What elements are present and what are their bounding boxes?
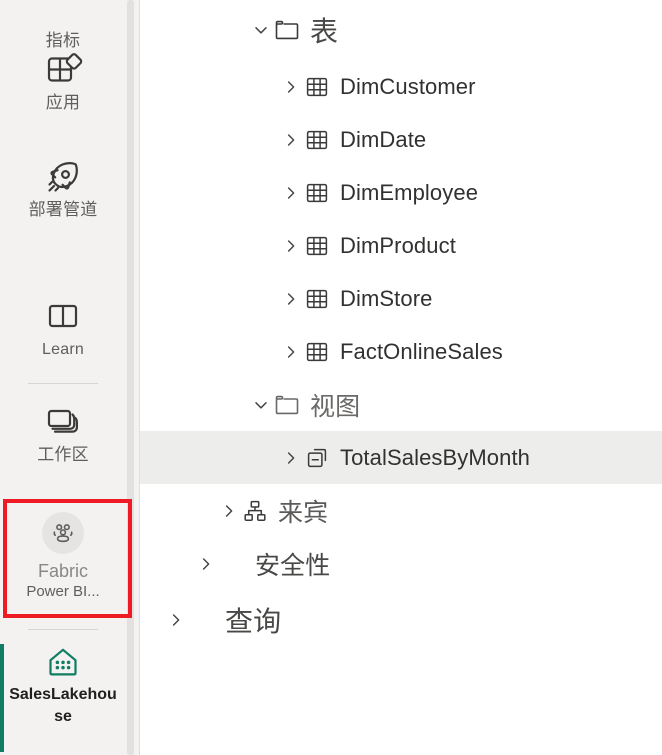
rail-item-deployment-pipelines-label: 部署管道: [28, 200, 98, 219]
tree-node-views[interactable]: 视图: [140, 378, 662, 431]
tree-node-dimstore[interactable]: DimStore: [140, 272, 662, 325]
left-nav-rail: 指标 应用 部署管道 Learn 工作区 Fabric Power BI... …: [0, 0, 140, 755]
rail-divider-learn: [28, 383, 98, 384]
layers-icon: [0, 400, 126, 444]
rail-item-workspaces-label: 工作区: [37, 445, 89, 464]
chevron-down-icon[interactable]: [250, 396, 272, 414]
hierarchy-icon: [240, 498, 270, 524]
lakehouse-icon: [0, 640, 126, 684]
table-icon: [302, 286, 332, 312]
tree-node-views-label: 视图: [310, 392, 361, 421]
chevron-right-icon[interactable]: [195, 555, 217, 573]
chevron-right-icon[interactable]: [280, 290, 302, 308]
rail-item-learn-label: Learn: [42, 341, 84, 358]
chevron-right-icon[interactable]: [280, 78, 302, 96]
tree-node-factonlinesales[interactable]: FactOnlineSales: [140, 325, 662, 378]
rail-scrollbar[interactable]: [127, 0, 134, 755]
chevron-right-icon[interactable]: [218, 502, 240, 520]
rail-item-apps[interactable]: 应用: [0, 48, 126, 113]
tree-node-queries[interactable]: 查询: [140, 590, 662, 650]
tree-node-security-label: 安全性: [255, 551, 331, 580]
tree-node-dimstore-label: DimStore: [340, 285, 433, 311]
chevron-right-icon[interactable]: [280, 449, 302, 467]
tree-node-dimproduct-label: DimProduct: [340, 232, 456, 258]
chevron-right-icon[interactable]: [280, 184, 302, 202]
table-icon: [302, 74, 332, 100]
table-icon: [302, 339, 332, 365]
table-icon: [302, 233, 332, 259]
tree-node-dimcustomer[interactable]: DimCustomer: [140, 60, 662, 113]
tree-node-factonlinesales-label: FactOnlineSales: [340, 338, 503, 364]
fabric-title: Fabric: [37, 561, 88, 581]
rocket-icon: [0, 155, 126, 199]
tree-node-dimdate-label: DimDate: [340, 126, 427, 152]
folder-icon: [272, 391, 302, 419]
folder-icon: [272, 16, 302, 44]
rail-item-metrics[interactable]: 指标: [0, 0, 126, 51]
chevron-right-icon[interactable]: [165, 611, 187, 629]
chevron-right-icon[interactable]: [280, 131, 302, 149]
people-group-icon: [42, 512, 84, 554]
tree-node-tables-label: 表: [310, 16, 339, 47]
rail-scrollbar-thumb[interactable]: [127, 0, 134, 755]
tree-node-totalsalesbymonth[interactable]: TotalSalesByMonth: [140, 431, 662, 484]
tree-node-totalsalesbymonth-label: TotalSalesByMonth: [340, 444, 531, 470]
rail-item-deployment-pipelines[interactable]: 部署管道: [0, 155, 126, 220]
chevron-down-icon[interactable]: [250, 21, 272, 39]
fabric-subtitle: Power BI...: [26, 583, 100, 600]
chevron-right-icon[interactable]: [280, 237, 302, 255]
rail-item-fabric-powerbi[interactable]: Fabric Power BI...: [0, 499, 126, 618]
object-explorer-tree: 表 DimCustomer DimDate DimEmployee DimPro…: [140, 0, 662, 755]
tree-node-security[interactable]: 安全性: [140, 537, 662, 590]
tree-node-dimdate[interactable]: DimDate: [140, 113, 662, 166]
tree-node-tables[interactable]: 表: [140, 0, 662, 60]
rail-item-workspaces[interactable]: 工作区: [0, 400, 126, 465]
rail-item-saleslakehouse-label: SalesLakehouse: [9, 686, 117, 725]
tree-node-guest-label: 来宾: [278, 498, 329, 527]
rail-item-learn[interactable]: Learn: [0, 295, 126, 360]
tree-node-dimcustomer-label: DimCustomer: [340, 73, 476, 99]
rail-divider-fabric: [28, 629, 98, 630]
tree-node-dimemployee-label: DimEmployee: [340, 179, 479, 205]
table-icon: [302, 127, 332, 153]
rail-item-saleslakehouse[interactable]: SalesLakehouse: [0, 640, 126, 728]
apps-grid-icon: [0, 48, 126, 92]
tree-node-dimproduct[interactable]: DimProduct: [140, 219, 662, 272]
tree-node-guest[interactable]: 来宾: [140, 484, 662, 537]
tree-node-dimemployee[interactable]: DimEmployee: [140, 166, 662, 219]
tree-node-queries-label: 查询: [225, 606, 282, 637]
view-icon: [302, 445, 332, 471]
rail-item-apps-label: 应用: [45, 93, 81, 112]
table-icon: [302, 180, 332, 206]
book-icon: [0, 295, 126, 339]
app-root: 指标 应用 部署管道 Learn 工作区 Fabric Power BI... …: [0, 0, 662, 755]
metrics-icon: [0, 0, 126, 30]
chevron-right-icon[interactable]: [280, 343, 302, 361]
